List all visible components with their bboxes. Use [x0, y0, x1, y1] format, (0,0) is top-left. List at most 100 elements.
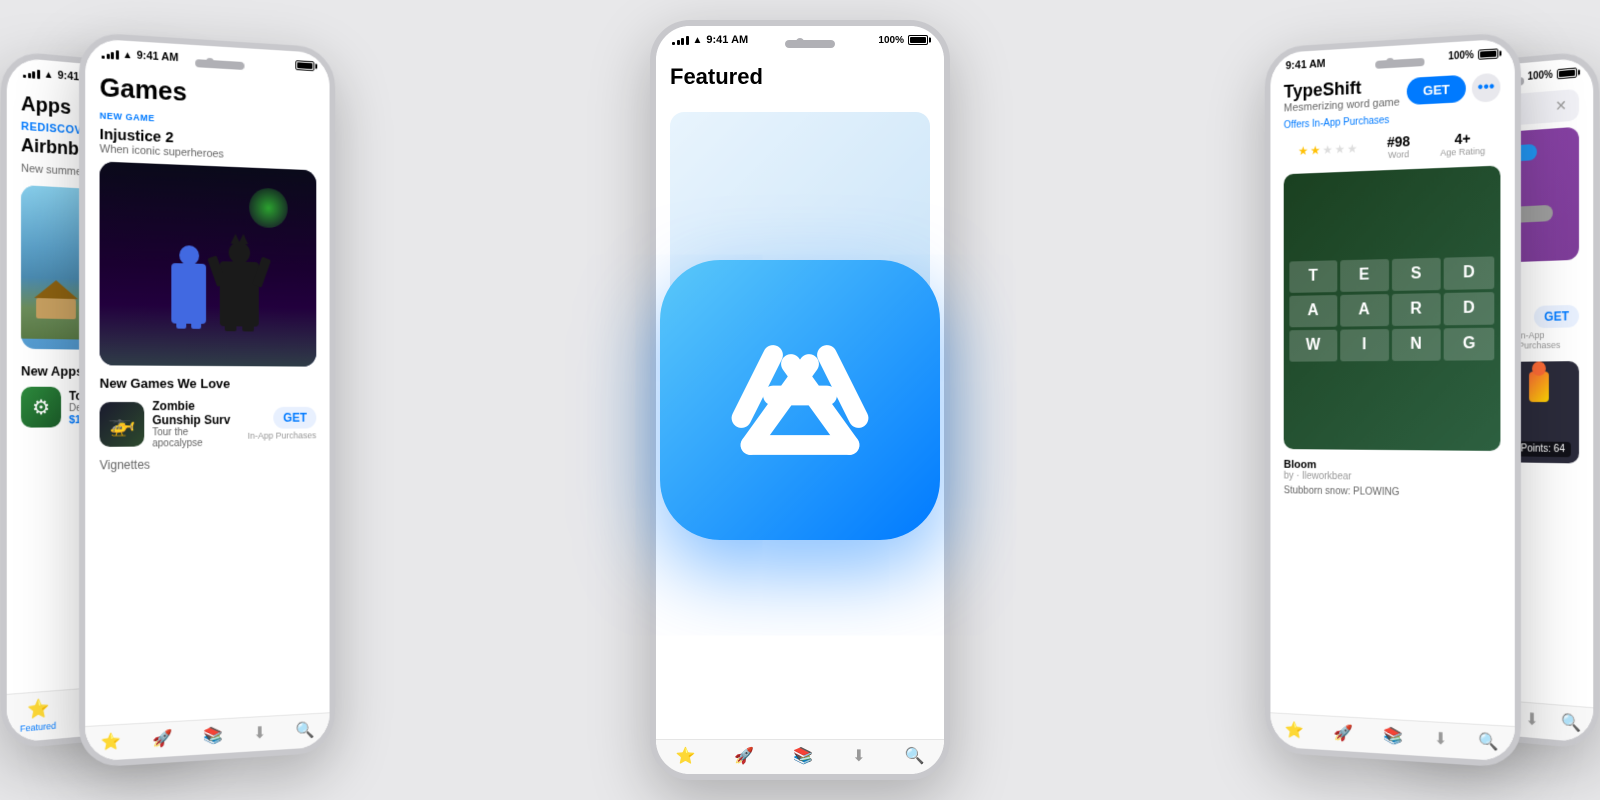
- tab-download-far-right[interactable]: ⬇: [1525, 709, 1538, 730]
- typeshift-screen: TypeShift Mesmerizing word game GET ••• …: [1270, 63, 1514, 756]
- touchretouch-icon: ⚙: [21, 387, 61, 428]
- typeshift-get-btn[interactable]: GET: [1407, 75, 1466, 105]
- cell-r: R: [1391, 293, 1440, 326]
- tab-download-right[interactable]: ⬇: [1434, 729, 1447, 750]
- scene: ▲ 9:41 AM Apps REDISCOVER THIS Airbnb Ne…: [0, 0, 1600, 800]
- center-screen-title: Featured: [656, 50, 944, 104]
- download-icon-far-right: ⬇: [1525, 709, 1538, 730]
- signal-bars: [23, 67, 40, 79]
- zombie-desc: Tour the apocalypse: [152, 427, 240, 450]
- appstore-icon: [660, 260, 940, 540]
- cell-w: W: [1289, 330, 1337, 362]
- search-icon-left: 🔍: [296, 720, 315, 741]
- search-icon-right: 🔍: [1479, 731, 1499, 753]
- rank-num: #98: [1387, 133, 1410, 150]
- cell-e1: E: [1340, 259, 1389, 292]
- new-game-badge: NEW GAME: [100, 110, 155, 123]
- wifi-icon-left: ▲: [122, 49, 132, 61]
- more-btn[interactable]: •••: [1472, 72, 1501, 102]
- search-icon-center: 🔍: [905, 746, 925, 766]
- tab-rocket-left[interactable]: 🚀: [153, 728, 173, 749]
- search-icon-far-right: 🔍: [1561, 712, 1581, 734]
- rocket-icon-right: 🚀: [1334, 723, 1353, 744]
- zombie-icon: 🚁: [100, 402, 145, 447]
- wifi-icon: ▲: [44, 69, 54, 81]
- appstore-logo-svg: [710, 310, 890, 490]
- time-left: 9:41 AM: [137, 50, 179, 65]
- cell-a1: A: [1289, 295, 1337, 327]
- rank-label: Word: [1387, 149, 1410, 160]
- cell-d2: D: [1444, 292, 1494, 325]
- phone-speaker-center: [785, 40, 835, 48]
- bloom-by: by · lleworkbear: [1284, 471, 1501, 485]
- tab-search-left[interactable]: 🔍: [296, 720, 315, 741]
- battery-left: [295, 60, 314, 71]
- cell-n: N: [1391, 328, 1440, 361]
- zombie-get-btn[interactable]: GET: [274, 407, 317, 429]
- tab-download-left[interactable]: ⬇: [253, 723, 266, 744]
- time-right: 9:41 AM: [1286, 58, 1326, 72]
- age-num: 4+: [1440, 130, 1485, 148]
- new-games-label: New Games We Love: [100, 376, 317, 392]
- stack-icon-left: 📚: [203, 725, 223, 746]
- rocket-icon-center: 🚀: [734, 746, 754, 766]
- stack-icon-center: 📚: [793, 746, 813, 766]
- download-icon-right: ⬇: [1434, 729, 1447, 750]
- battery-pct-center: 100%: [878, 35, 904, 46]
- vignettes-name: Vignettes: [85, 454, 329, 475]
- tab-featured[interactable]: ⭐ Featured: [20, 697, 56, 734]
- appstore-icon-container: [660, 260, 940, 540]
- wifi-icon-center: ▲: [693, 35, 703, 46]
- battery-pct-far-right: 100%: [1527, 69, 1552, 82]
- time-center: 9:41 AM: [706, 34, 748, 46]
- tab-search-far-right[interactable]: 🔍: [1561, 712, 1581, 734]
- games-screen: Games NEW GAME Injustice 2 When iconic s…: [85, 63, 329, 756]
- tab-rocket-right[interactable]: 🚀: [1334, 723, 1353, 744]
- zombie-name: Zombie Gunship Surv: [152, 399, 240, 427]
- word-grid: T E S D A A R D W I N G: [1284, 166, 1501, 451]
- rocket-icon-left: 🚀: [153, 728, 173, 749]
- signal-bars-left: [102, 48, 119, 59]
- battery-right: [1478, 48, 1498, 59]
- cell-s: S: [1391, 258, 1440, 291]
- tab-rocket-center[interactable]: 🚀: [734, 746, 754, 766]
- battery-center: [908, 35, 928, 45]
- hopscotch-get-btn[interactable]: GET: [1534, 304, 1579, 327]
- phone-right: 9:41 AM 100% TypeShift Mesmerizing word …: [1265, 32, 1521, 769]
- zombie-item: 🚁 Zombie Gunship Surv Tour the apocalyps…: [85, 393, 329, 456]
- search-clear-btn[interactable]: ✕: [1555, 97, 1567, 115]
- cell-g: G: [1444, 328, 1494, 361]
- tab-search-center[interactable]: 🔍: [905, 746, 925, 766]
- bottom-tabs-center: ⭐ 🚀 📚 ⬇ 🔍: [656, 739, 944, 774]
- tab-featured-center[interactable]: ⭐: [675, 746, 695, 766]
- tab-featured-left[interactable]: ⭐: [101, 731, 121, 753]
- cell-d: D: [1444, 256, 1494, 290]
- video-points: Points: 64: [1515, 441, 1571, 457]
- tab-stack-right[interactable]: 📚: [1383, 726, 1403, 747]
- tab-featured-right[interactable]: ⭐: [1285, 720, 1304, 741]
- tab-stack-left[interactable]: 📚: [203, 725, 223, 746]
- cell-a2: A: [1340, 294, 1389, 327]
- featured-icon-center: ⭐: [675, 746, 695, 766]
- hopscotch-iap: In-App Purchases: [1518, 329, 1579, 350]
- featured-icon: ⭐: [27, 698, 49, 721]
- injustice-card: [100, 161, 317, 366]
- tab-download-center[interactable]: ⬇: [852, 746, 865, 766]
- stubborn-label: Stubborn snow: PLOWING: [1284, 485, 1501, 500]
- age-label: Age Rating: [1440, 146, 1485, 158]
- tab-search-right[interactable]: 🔍: [1479, 731, 1499, 753]
- battery-pct-right: 100%: [1448, 49, 1474, 62]
- cell-t: T: [1289, 260, 1337, 293]
- download-icon-center: ⬇: [852, 746, 865, 766]
- tab-stack-center[interactable]: 📚: [793, 746, 813, 766]
- download-icon-left: ⬇: [253, 723, 266, 744]
- signal-bars-center: [672, 35, 689, 45]
- stack-icon-right: 📚: [1383, 726, 1403, 747]
- battery-far-right: [1557, 67, 1577, 79]
- zombie-iap: In-App Purchases: [248, 430, 317, 440]
- featured-icon-right: ⭐: [1285, 720, 1304, 741]
- phone-left: ▲ 9:41 AM Games NEW GAME Injustice 2 Whe…: [79, 32, 335, 769]
- featured-tab-icon-left: ⭐: [101, 731, 121, 753]
- cell-i: I: [1340, 329, 1389, 361]
- featured-label: Featured: [20, 721, 56, 734]
